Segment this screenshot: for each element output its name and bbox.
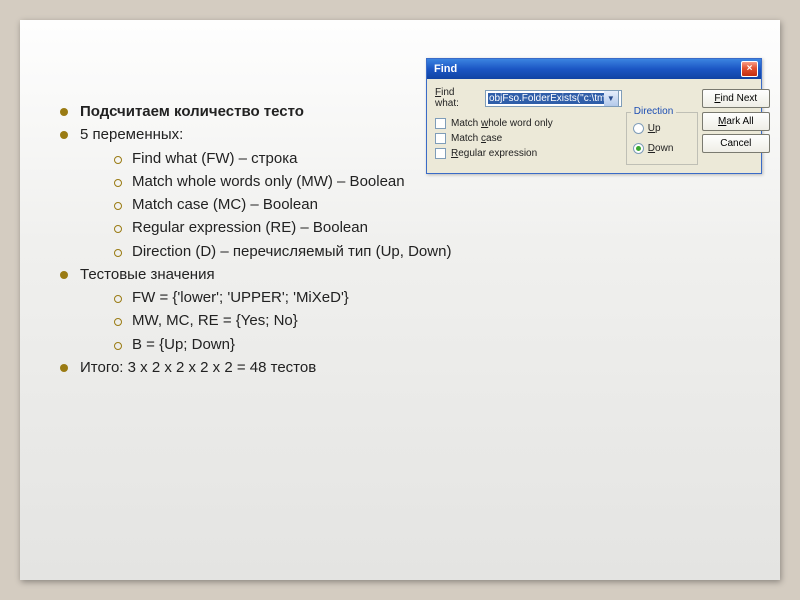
checkbox-group: Match whole word only Match case Regular… (435, 116, 622, 161)
cancel-button[interactable]: Cancel (702, 134, 770, 153)
sub-mc: Match case (MC) – Boolean (108, 193, 744, 216)
dialog-body: Find what: objFso.FolderExists("c:\tmp")… (427, 79, 761, 173)
mark-all-button[interactable]: Mark All (702, 112, 770, 131)
find-dialog: Find × Find what: objFso.FolderExists("c… (426, 58, 762, 174)
find-what-input[interactable]: objFso.FolderExists("c:\tmp") (485, 90, 622, 107)
radio-icon (633, 143, 644, 154)
tv-flags: MW, MC, RE = {Yes; No} (108, 309, 744, 332)
dialog-title: Find (434, 63, 457, 75)
presentation-slide: Подсчитаем количество тесто 5 переменных… (20, 20, 780, 580)
radio-icon (633, 123, 644, 134)
find-next-button[interactable]: Find Next (702, 89, 770, 108)
checkbox-icon (435, 118, 446, 129)
radio-down-label: Down (648, 143, 674, 154)
find-what-value: objFso.FolderExists("c:\tmp") (488, 93, 619, 104)
sub-re: Regular expression (RE) – Boolean (108, 216, 744, 239)
chk-regex[interactable]: Regular expression (435, 146, 622, 161)
radio-up-label: Up (648, 123, 661, 134)
chevron-down-icon: ▼ (607, 94, 615, 103)
chk-match-case-label: Match case (451, 133, 502, 144)
radio-up[interactable]: Up (633, 121, 691, 136)
chk-whole-word-label: Match whole word only (451, 118, 553, 129)
tv-direction: В = {Up; Down} (108, 333, 744, 356)
radio-down[interactable]: Down (633, 141, 691, 156)
tv-fw: FW = {'lower'; 'UPPER'; 'MiXeD'} (108, 286, 744, 309)
close-icon: × (747, 63, 753, 74)
chk-whole-word[interactable]: Match whole word only (435, 116, 622, 131)
sub-direction: Direction (D) – перечисляемый тип (Up, D… (108, 240, 744, 263)
checkbox-icon (435, 148, 446, 159)
titlebar[interactable]: Find × (427, 59, 761, 79)
direction-group: Direction Up Down (626, 112, 698, 165)
close-button[interactable]: × (741, 61, 758, 77)
bullet-test-values: Тестовые значения FW = {'lower'; 'UPPER'… (56, 263, 744, 356)
combo-dropdown-button[interactable]: ▼ (604, 90, 619, 107)
chk-regex-label: Regular expression (451, 148, 537, 159)
bullet-total: Итого: 3 x 2 x 2 x 2 x 2 = 48 тестов (56, 356, 744, 379)
checkbox-icon (435, 133, 446, 144)
chk-match-case[interactable]: Match case (435, 131, 622, 146)
find-what-label: Find what: (435, 87, 481, 109)
direction-legend: Direction (631, 106, 676, 117)
